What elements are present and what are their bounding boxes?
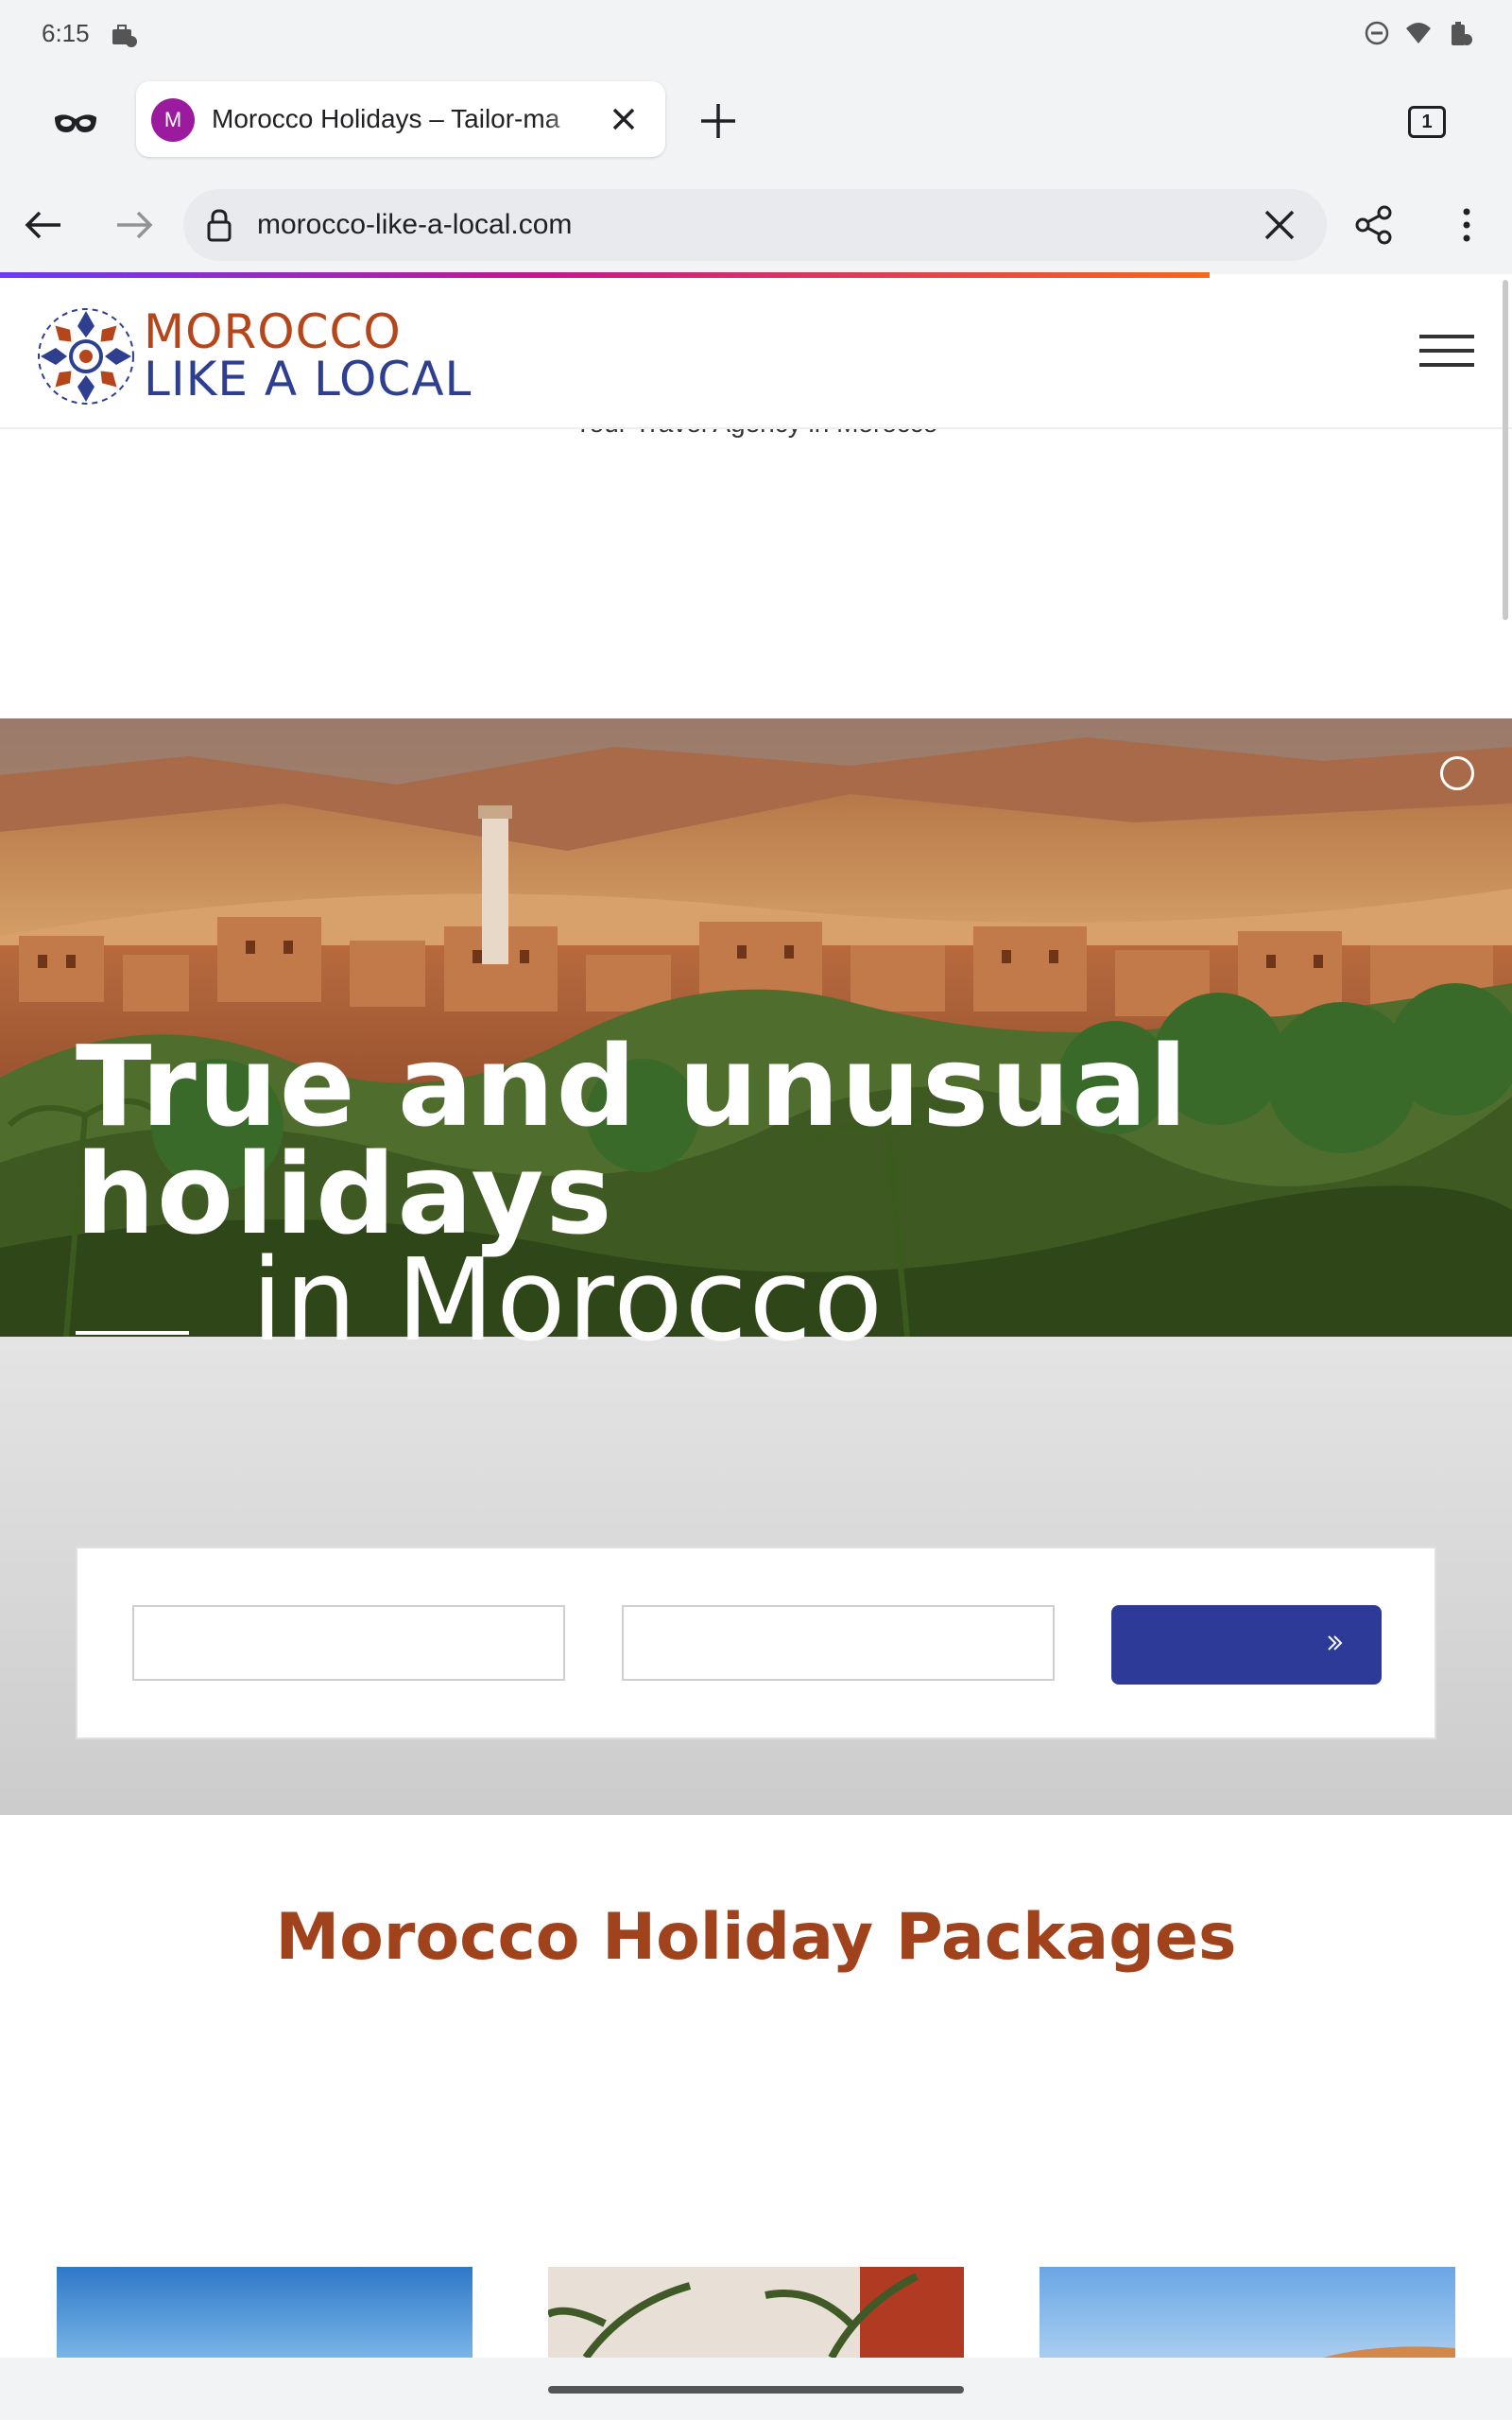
gesture-handle[interactable]: [548, 2386, 964, 2394]
page-scrollbar[interactable]: [1503, 280, 1508, 620]
hero-divider: [76, 1331, 189, 1335]
clear-url-icon[interactable]: [1259, 204, 1300, 246]
search-field-2[interactable]: [622, 1605, 1055, 1681]
tab-close-icon[interactable]: [607, 102, 641, 136]
logo-mosaic-icon[interactable]: [36, 306, 136, 406]
double-chevron-right-icon: [1323, 1632, 1346, 1654]
hamburger-menu-icon[interactable]: [1419, 335, 1474, 374]
more-options-icon[interactable]: [1446, 204, 1487, 246]
back-arrow-icon[interactable]: [23, 204, 64, 246]
hero-heading-line1: True and unusual: [76, 1021, 1190, 1151]
url-text[interactable]: morocco-like-a-local.com: [257, 209, 572, 241]
battery-icon: [1446, 19, 1474, 47]
active-tab[interactable]: M Morocco Holidays – Tailor-ma: [136, 81, 665, 157]
search-form: [76, 1547, 1436, 1739]
tab-strip: M Morocco Holidays – Tailor-ma 1: [0, 70, 1512, 176]
forward-arrow-icon[interactable]: [113, 204, 155, 246]
dnd-icon: [1363, 19, 1391, 47]
address-bar[interactable]: morocco-like-a-local.com: [183, 189, 1327, 261]
toolbar: morocco-like-a-local.com: [0, 176, 1512, 274]
hero-heading-line3: in Morocco: [251, 1236, 885, 1367]
search-button[interactable]: [1111, 1605, 1382, 1685]
share-icon[interactable]: [1353, 204, 1395, 246]
site-header: MOROCCO LIKE A LOCAL: [0, 278, 1512, 429]
tab-title: Morocco Holidays – Tailor-ma: [212, 104, 560, 133]
wifi-icon: [1404, 19, 1433, 47]
lock-icon[interactable]: [200, 206, 238, 244]
hero-heading-line2: holidays: [76, 1129, 614, 1259]
search-field-1[interactable]: [132, 1605, 565, 1681]
package-card-2[interactable]: [548, 2267, 964, 2358]
new-tab-icon[interactable]: [697, 100, 739, 142]
hero-heading: True and unusual holidays in Morocco: [76, 1021, 1190, 1367]
slider-dot-icon[interactable]: [1440, 756, 1474, 790]
package-card-1[interactable]: [57, 2267, 472, 2358]
tab-favicon: M: [151, 98, 195, 142]
section-heading-packages: Morocco Holiday Packages: [275, 1900, 1237, 1975]
incognito-icon[interactable]: [53, 104, 98, 142]
package-card-3[interactable]: [1040, 2267, 1455, 2358]
logo-text-line2[interactable]: LIKE A LOCAL: [144, 352, 472, 406]
status-time: 6:15: [42, 19, 90, 47]
status-bar: 6:15: [0, 0, 1512, 70]
briefcase-icon: [110, 21, 138, 49]
tab-switcher-button[interactable]: 1: [1408, 106, 1446, 138]
system-navigation-bar: [0, 2358, 1512, 2420]
